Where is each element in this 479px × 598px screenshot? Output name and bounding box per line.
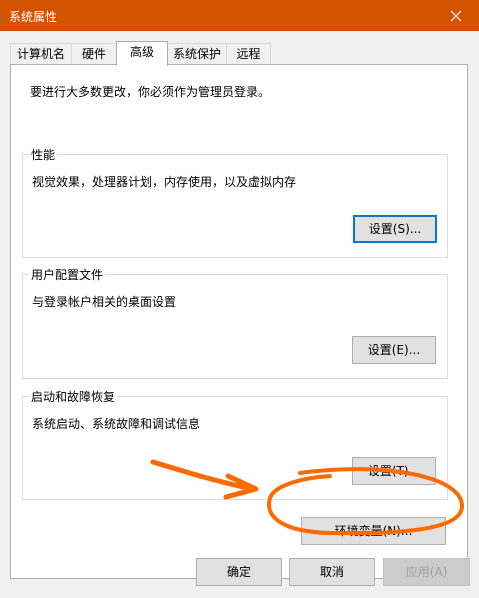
ok-button[interactable]: 确定 xyxy=(196,558,282,586)
user-profiles-settings-button[interactable]: 设置(E)... xyxy=(352,336,436,364)
startup-recovery-settings-button[interactable]: 设置(T)... xyxy=(352,457,436,485)
tab-computer-name[interactable]: 计算机名 xyxy=(10,43,72,64)
tab-remote[interactable]: 远程 xyxy=(226,43,271,64)
user-profiles-description: 与登录帐户相关的桌面设置 xyxy=(32,295,177,309)
environment-variables-button[interactable]: 环境变量(N)... xyxy=(301,517,446,545)
advanced-panel: 要进行大多数更改，你必须作为管理员登录。 性能 视觉效果，处理器计划，内存使用，… xyxy=(10,64,468,579)
dialog-body: 计算机名 硬件 高级 系统保护 远程 要进行大多数更改，你必须作为管理员登录。 … xyxy=(0,31,479,598)
performance-group: 性能 视觉效果，处理器计划，内存使用，以及虚拟内存 设置(S)... xyxy=(22,146,448,258)
close-icon xyxy=(450,10,462,21)
performance-title: 性能 xyxy=(29,146,58,163)
startup-recovery-description: 系统启动、系统故障和调试信息 xyxy=(32,417,201,431)
tab-system-protection[interactable]: 系统保护 xyxy=(167,43,227,64)
startup-recovery-title: 启动和故障恢复 xyxy=(29,388,118,405)
user-profiles-title: 用户配置文件 xyxy=(29,266,106,283)
cancel-button[interactable]: 取消 xyxy=(289,558,375,586)
title-bar: 系统属性 xyxy=(0,0,479,31)
admin-notice: 要进行大多数更改，你必须作为管理员登录。 xyxy=(30,85,271,99)
close-button[interactable] xyxy=(433,0,479,31)
window-title: 系统属性 xyxy=(9,10,58,24)
performance-settings-button[interactable]: 设置(S)... xyxy=(353,215,437,243)
apply-button[interactable]: 应用(A) xyxy=(383,558,470,586)
startup-recovery-group: 启动和故障恢复 系统启动、系统故障和调试信息 设置(T)... xyxy=(22,388,448,500)
performance-description: 视觉效果，处理器计划，内存使用，以及虚拟内存 xyxy=(32,175,297,189)
user-profiles-group: 用户配置文件 与登录帐户相关的桌面设置 设置(E)... xyxy=(22,266,448,379)
tab-advanced[interactable]: 高级 xyxy=(116,41,168,66)
tab-hardware[interactable]: 硬件 xyxy=(71,43,117,64)
